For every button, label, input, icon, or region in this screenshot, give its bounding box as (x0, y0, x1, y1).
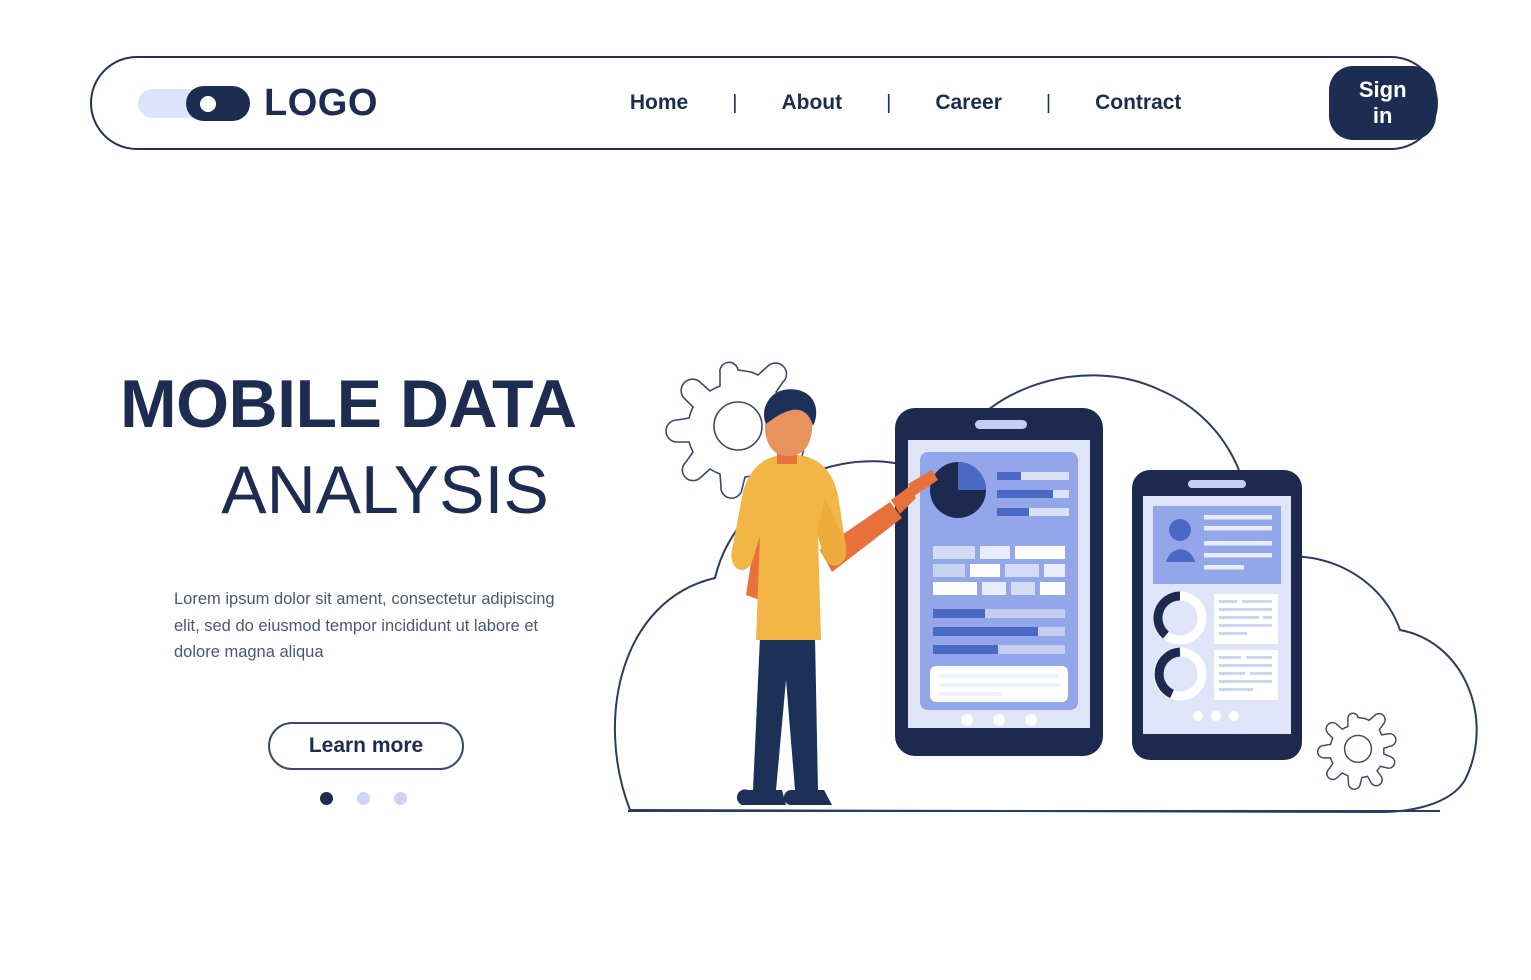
page-title-line1: MOBILE DATA (120, 366, 577, 442)
carousel-dot-3[interactable] (394, 792, 407, 805)
toggle-knob (186, 85, 250, 121)
mobile-data-analysis-illustration (610, 350, 1490, 850)
toggle-switch-icon (138, 85, 250, 121)
gear-icon-small (1316, 712, 1397, 790)
hero-paragraph: Lorem ipsum dolor sit ament, consectetur… (174, 590, 555, 662)
hero-text-block: MOBILE DATA ANALYSIS Lorem ipsum dolor s… (120, 366, 640, 805)
nav-item-career[interactable]: Career (935, 91, 1002, 115)
nav-separator: | (1045, 91, 1052, 114)
learn-more-button[interactable]: Learn more (268, 722, 464, 770)
brand-logo[interactable]: LOGO (138, 82, 378, 125)
nav-links: Home | About | Career | Contract (630, 91, 1182, 115)
toggle-dot (200, 95, 216, 112)
nav-item-contract[interactable]: Contract (1095, 91, 1181, 115)
top-navigation-bar: LOGO Home | About | Career | Contract Si… (90, 56, 1438, 150)
page-title-line2: ANALYSIS (221, 452, 549, 528)
carousel-dot-2[interactable] (357, 792, 370, 805)
brand-name: LOGO (264, 81, 378, 124)
carousel-dots (320, 792, 407, 805)
tablet-device (1132, 470, 1302, 760)
carousel-dot-1[interactable] (320, 792, 333, 805)
nav-separator: | (886, 91, 892, 114)
landing-page: LOGO Home | About | Career | Contract Si… (0, 0, 1531, 980)
sign-in-button[interactable]: Sign in (1329, 66, 1436, 140)
nav-item-about[interactable]: About (781, 91, 842, 115)
nav-separator: | (732, 91, 738, 114)
nav-item-home[interactable]: Home (630, 91, 688, 115)
smartphone-device (895, 408, 1103, 756)
